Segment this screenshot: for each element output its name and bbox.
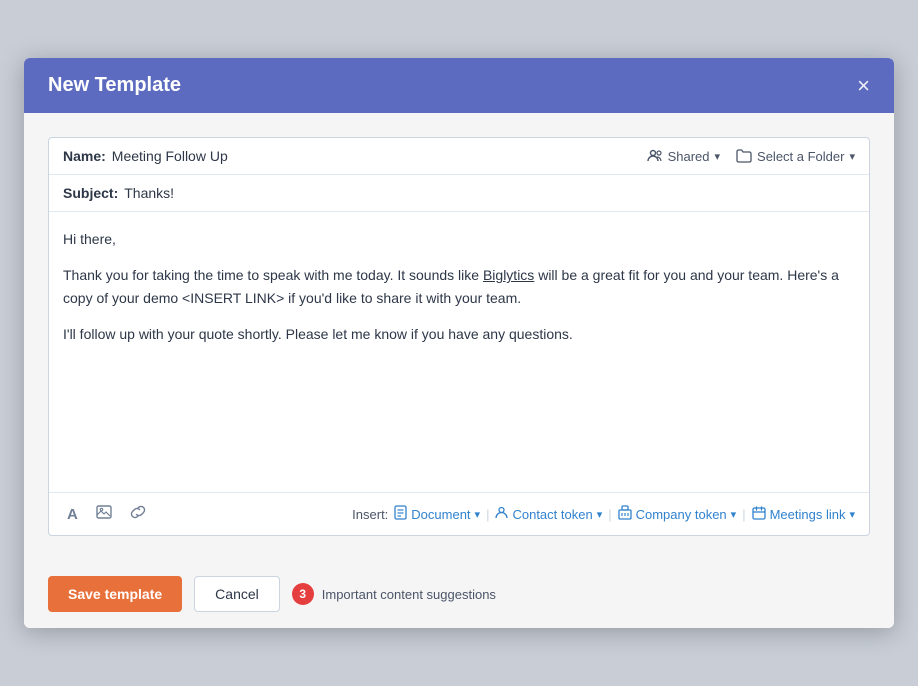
meetings-link-icon [752, 506, 766, 523]
document-button[interactable]: Document ▾ [394, 505, 480, 523]
folder-label: Select a Folder [757, 149, 844, 164]
toolbar-right: Insert: Document ▾ [352, 505, 855, 523]
contact-token-label: Contact token [512, 507, 592, 522]
name-label: Name: [63, 148, 106, 164]
document-label: Document [411, 507, 470, 522]
shared-label: Shared [668, 149, 710, 164]
select-folder-button[interactable]: Select a Folder ▾ [736, 149, 855, 164]
subject-value: Thanks! [124, 185, 174, 201]
separator-2: | [608, 507, 611, 522]
meetings-link-chevron: ▾ [849, 508, 855, 521]
font-icon: A [67, 506, 78, 523]
close-button[interactable]: × [857, 75, 870, 97]
folder-chevron-icon: ▾ [849, 150, 855, 163]
modal-body: Name: Meeting Follow Up [24, 113, 894, 560]
save-template-button[interactable]: Save template [48, 576, 182, 612]
modal-overlay: New Template × Name: Meeting Follow Up [0, 0, 918, 686]
name-left: Name: Meeting Follow Up [63, 148, 228, 164]
shared-button[interactable]: Shared ▾ [647, 148, 720, 164]
folder-icon [736, 149, 752, 163]
body-line-1: Hi there, [63, 228, 855, 250]
name-right: Shared ▾ Select a Folder ▾ [647, 148, 855, 164]
image-icon [96, 506, 112, 523]
name-value: Meeting Follow Up [112, 148, 228, 164]
document-icon [394, 505, 407, 523]
suggestions-text: Important content suggestions [322, 587, 496, 602]
biglytics-link: Biglytics [483, 267, 534, 283]
toolbar-left: A [63, 503, 150, 525]
cancel-button[interactable]: Cancel [194, 576, 280, 612]
company-token-label: Company token [636, 507, 727, 522]
company-token-icon [618, 505, 632, 523]
template-editor: Name: Meeting Follow Up [48, 137, 870, 536]
contact-token-icon [495, 505, 508, 523]
body-line-2: Thank you for taking the time to speak w… [63, 264, 855, 309]
suggestions-group: 3 Important content suggestions [292, 583, 496, 605]
contact-token-button[interactable]: Contact token ▾ [495, 505, 602, 523]
name-row: Name: Meeting Follow Up [49, 138, 869, 175]
subject-label: Subject: [63, 185, 118, 201]
body-area[interactable]: Hi there, Thank you for taking the time … [49, 212, 869, 492]
separator-1: | [486, 507, 489, 522]
company-token-chevron: ▾ [731, 508, 737, 521]
meetings-link-button[interactable]: Meetings link ▾ [752, 506, 855, 523]
document-chevron: ▾ [475, 508, 481, 521]
modal-footer: Save template Cancel 3 Important content… [24, 560, 894, 628]
insert-label: Insert: [352, 507, 388, 522]
link-button[interactable] [126, 503, 150, 525]
body-line-3: I'll follow up with your quote shortly. … [63, 323, 855, 345]
people-icon [647, 148, 663, 164]
separator-3: | [742, 507, 745, 522]
modal-dialog: New Template × Name: Meeting Follow Up [24, 58, 894, 628]
contact-token-chevron: ▾ [597, 508, 603, 521]
modal-header: New Template × [24, 58, 894, 113]
font-button[interactable]: A [63, 504, 82, 525]
subject-row: Subject: Thanks! [49, 175, 869, 212]
image-button[interactable] [92, 503, 116, 525]
company-token-button[interactable]: Company token ▾ [618, 505, 737, 523]
shared-chevron-icon: ▾ [715, 150, 721, 163]
suggestions-badge: 3 [292, 583, 314, 605]
toolbar-row: A [49, 492, 869, 535]
link-icon [130, 506, 146, 523]
modal-title: New Template [48, 74, 181, 97]
meetings-link-label: Meetings link [770, 507, 846, 522]
